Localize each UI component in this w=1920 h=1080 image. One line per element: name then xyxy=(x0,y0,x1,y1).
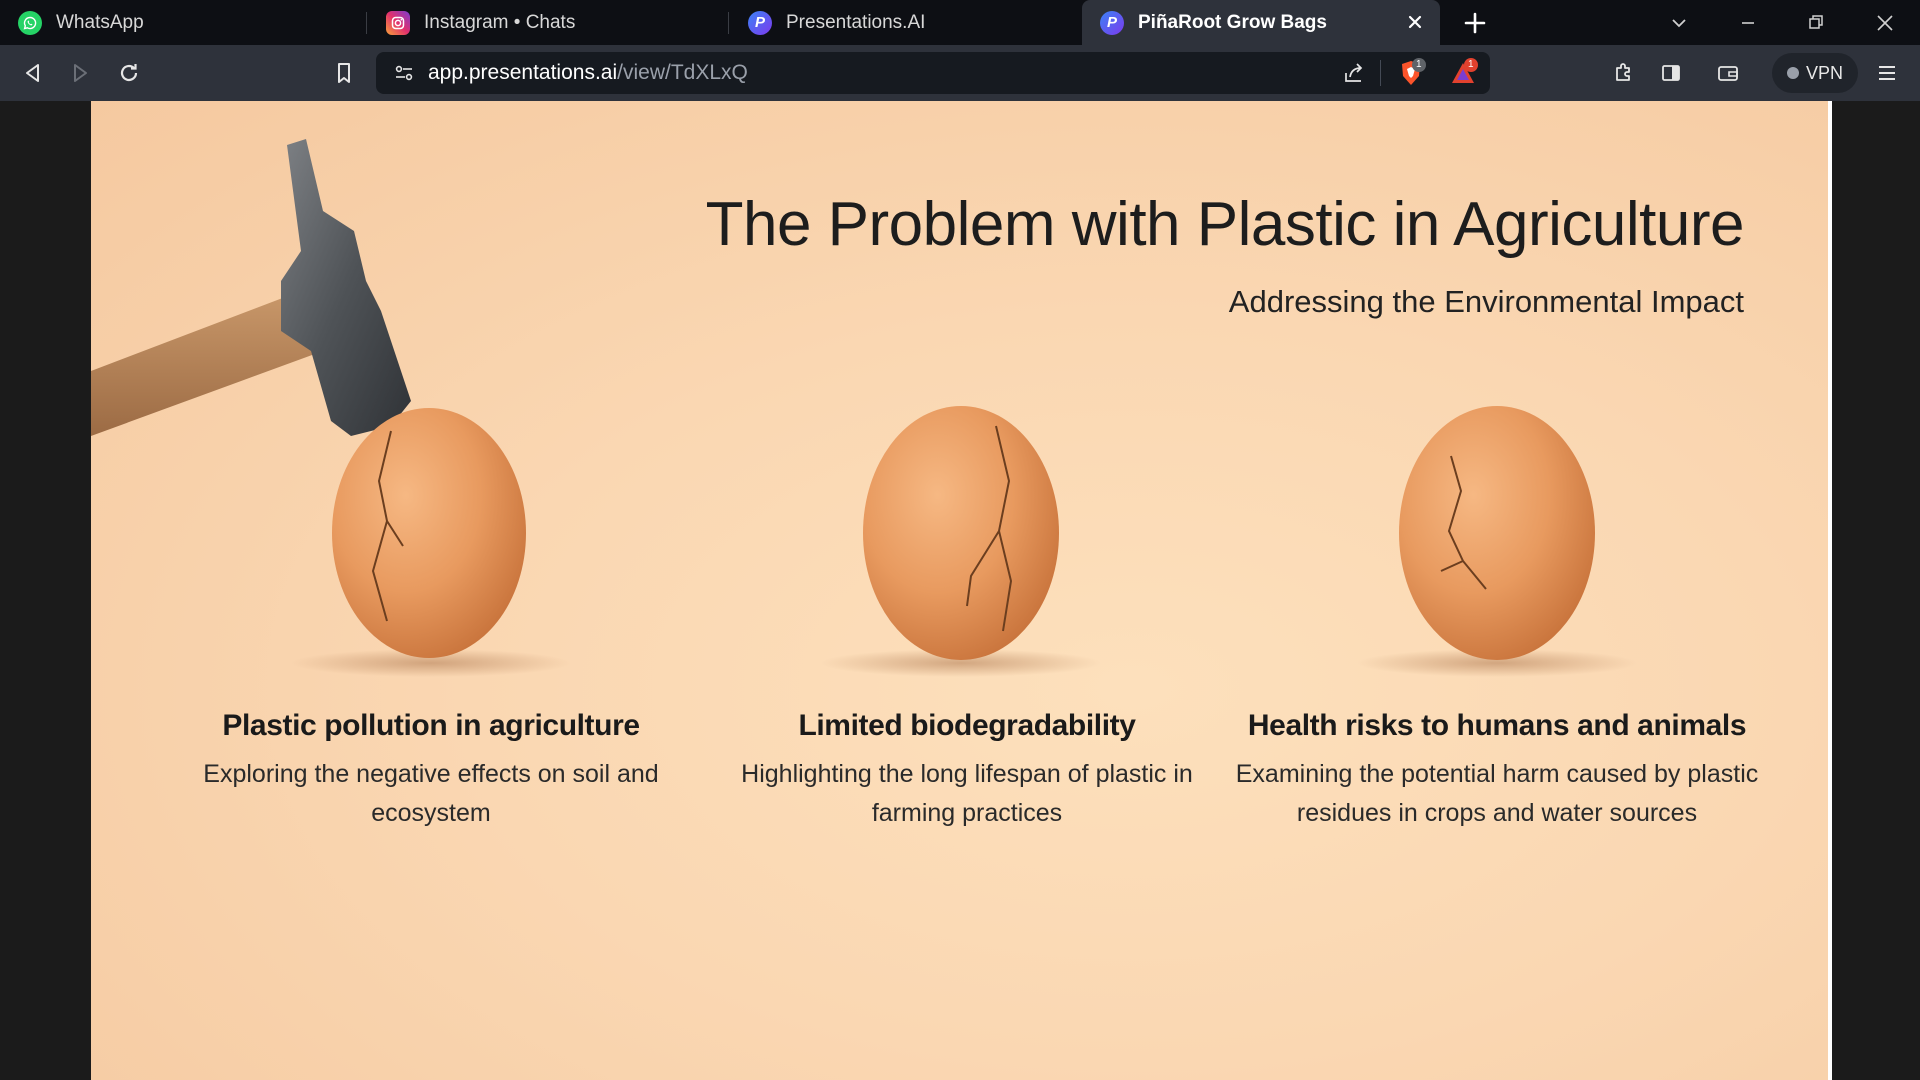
point-card-plastic-pollution: Plastic pollution in agriculture Explori… xyxy=(161,709,701,833)
minimize-icon[interactable] xyxy=(1733,8,1763,38)
vpn-status-icon xyxy=(1786,67,1799,79)
close-window-icon[interactable] xyxy=(1870,8,1900,38)
point-body: Examining the potential harm caused by p… xyxy=(1235,760,1759,827)
brave-shields-icon[interactable]: 1 xyxy=(1396,58,1426,88)
sidebar-icon[interactable] xyxy=(1656,58,1686,88)
slide-title: The Problem with Plastic in Agriculture xyxy=(705,190,1745,259)
forward-icon[interactable] xyxy=(65,58,95,88)
url-path: /view/TdXLxQ xyxy=(617,61,748,84)
instagram-icon xyxy=(386,10,410,35)
tab-instagram[interactable]: Instagram • Chats xyxy=(368,0,734,45)
back-icon[interactable] xyxy=(18,58,48,88)
tab-label: PiñaRoot Grow Bags xyxy=(1138,11,1327,33)
hammer-head xyxy=(281,139,411,436)
close-tab-icon[interactable] xyxy=(1404,11,1426,33)
bookmark-icon[interactable] xyxy=(329,58,359,88)
page-edge xyxy=(1828,101,1832,1080)
tab-whatsapp[interactable]: WhatsApp xyxy=(0,0,366,45)
rewards-count-badge: 1 xyxy=(1464,58,1478,72)
point-heading: Health risks to humans and animals xyxy=(1247,709,1747,742)
vpn-button[interactable]: VPN xyxy=(1772,53,1858,93)
extensions-icon[interactable] xyxy=(1608,58,1638,88)
tab-label: WhatsApp xyxy=(56,11,144,33)
presentations-ai-icon: P xyxy=(748,10,772,35)
shields-count-badge: 1 xyxy=(1412,58,1426,72)
tab-label: Instagram • Chats xyxy=(424,11,576,33)
brave-rewards-icon[interactable]: 1 xyxy=(1448,58,1478,88)
reload-icon[interactable] xyxy=(114,58,144,88)
tab-search-chevron-down-icon[interactable] xyxy=(1664,8,1694,38)
point-body: Exploring the negative effects on soil a… xyxy=(203,760,659,827)
browser-toolbar: app.presentations.ai/view/TdXLxQ 1 1 VPN xyxy=(0,45,1920,101)
address-bar-divider xyxy=(1380,60,1381,86)
share-icon[interactable] xyxy=(1340,59,1368,87)
point-heading: Plastic pollution in agriculture xyxy=(222,709,640,742)
wallet-icon[interactable] xyxy=(1713,58,1743,88)
slide-subtitle: Addressing the Environmental Impact xyxy=(1228,284,1744,319)
menu-icon[interactable] xyxy=(1872,58,1902,88)
tab-divider xyxy=(366,12,367,34)
egg-cracked-1 xyxy=(332,408,526,658)
point-card-health-risks: Health risks to humans and animals Exami… xyxy=(1227,709,1767,833)
new-tab-icon[interactable] xyxy=(1460,8,1490,38)
site-settings-icon[interactable] xyxy=(390,59,418,87)
egg-cracked-3 xyxy=(1399,406,1595,660)
point-heading: Limited biodegradability xyxy=(798,709,1136,742)
url-domain: app.presentations.ai xyxy=(428,61,618,84)
page-viewport: The Problem with Plastic in Agriculture … xyxy=(0,101,1920,1080)
address-bar[interactable]: app.presentations.ai/view/TdXLxQ 1 1 xyxy=(376,52,1490,94)
presentations-ai-icon: P xyxy=(1100,10,1124,35)
point-body: Highlighting the long lifespan of plasti… xyxy=(741,760,1193,827)
tab-divider xyxy=(728,12,729,34)
tab-strip: WhatsApp Instagram • Chats P Presentatio… xyxy=(0,0,1920,45)
restore-icon[interactable] xyxy=(1801,8,1831,38)
presentation-slide: The Problem with Plastic in Agriculture … xyxy=(91,101,1828,1080)
tab-label: Presentations.AI xyxy=(786,11,926,33)
egg-cracked-2 xyxy=(863,406,1059,660)
point-card-biodegradability: Limited biodegradability Highlighting th… xyxy=(697,709,1237,833)
vpn-label: VPN xyxy=(1805,62,1843,83)
url-text[interactable]: app.presentations.ai/view/TdXLxQ xyxy=(428,61,748,85)
tab-pinaroot-grow-bags[interactable]: P PiñaRoot Grow Bags xyxy=(1082,0,1440,45)
tab-presentations-ai[interactable]: P Presentations.AI xyxy=(730,0,1082,45)
whatsapp-icon xyxy=(18,10,42,35)
